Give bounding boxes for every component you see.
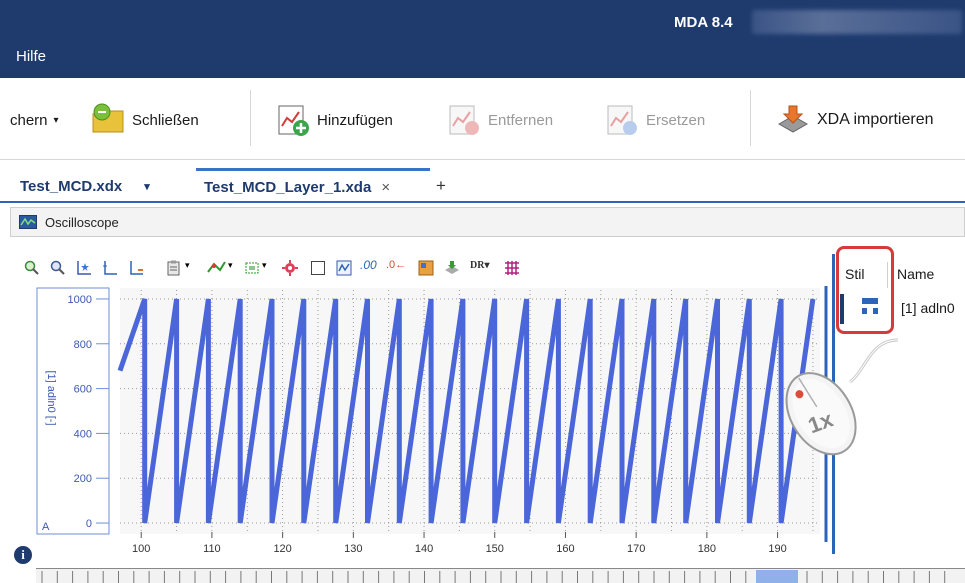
import-xda-button[interactable]: XDA importieren <box>775 98 934 142</box>
time-scrollbar[interactable] <box>36 568 965 583</box>
tab-label: Test_MCD.xdx <box>20 177 123 195</box>
oscilloscope-plot[interactable]: 1000 800 600 400 200 0 100 110 120 130 140 150 160 1… <box>12 286 832 556</box>
replace-label: Ersetzen <box>646 111 706 129</box>
zoom-fit-icon[interactable] <box>76 260 92 276</box>
replace-chart-icon <box>604 102 640 138</box>
chevron-down-icon[interactable]: ▾ <box>185 260 190 271</box>
gear-icon[interactable] <box>282 260 298 276</box>
zoom-out-icon[interactable] <box>50 260 66 276</box>
x-tick-label: 160 <box>556 543 574 555</box>
frame-icon[interactable] <box>310 260 326 276</box>
stil-highlight-box <box>836 246 894 334</box>
save-label: chern <box>10 111 48 129</box>
x-tick-label: 120 <box>273 543 291 555</box>
axis-icon[interactable] <box>102 260 118 276</box>
cursor-tool-icon[interactable] <box>206 260 226 276</box>
remove-button[interactable]: Entfernen <box>446 98 553 142</box>
y-axis-label: [1] adln0 [-] <box>45 370 57 425</box>
decimal-decrease-icon[interactable]: .0← <box>386 259 406 271</box>
close-button[interactable]: Schließen <box>90 98 199 142</box>
y-tick-label: 200 <box>74 473 92 485</box>
blurred-title-region <box>752 10 962 34</box>
remove-chart-icon <box>446 102 482 138</box>
info-icon[interactable]: i <box>14 546 32 564</box>
oscilloscope-pane-header: Oscilloscope <box>10 207 965 237</box>
replace-button[interactable]: Ersetzen <box>604 98 705 142</box>
layers-icon[interactable] <box>444 260 460 276</box>
save-dropdown-button[interactable]: chern ▾ <box>10 98 59 142</box>
tab-test-mcd-xdx[interactable]: Test_MCD.xdx ▾ <box>20 168 150 204</box>
signal-name[interactable]: [1] adln0 <box>901 300 955 316</box>
chevron-down-icon: ▾ <box>53 114 59 126</box>
document-tabs: Test_MCD.xdx ▾ Test_MCD_Layer_1.xda × + <box>0 160 965 204</box>
ribbon-toolbar: chern ▾ Schließen Hinzufügen Entfernen E… <box>0 78 965 160</box>
remove-label: Entfernen <box>488 111 554 129</box>
plot-svg: 1000 800 600 400 200 0 100 110 120 130 140 150 160 1… <box>12 286 832 556</box>
x-tick-label: 170 <box>627 543 645 555</box>
app-title: MDA 8.4 <box>674 14 733 31</box>
decimal-increase-icon[interactable]: .00 <box>360 258 377 272</box>
tab-label: Test_MCD_Layer_1.xda <box>204 179 372 196</box>
grid-table-icon[interactable] <box>418 260 434 276</box>
mouse-click-callout: 1x <box>785 338 899 456</box>
x-tick-label: 190 <box>768 543 786 555</box>
y-tick-label: 600 <box>74 384 92 396</box>
x-tick-label: 100 <box>132 543 150 555</box>
marker-tool-icon[interactable] <box>244 260 260 276</box>
close-icon[interactable]: × <box>381 179 390 196</box>
import-icon <box>775 102 811 138</box>
x-tick-label: 150 <box>486 543 504 555</box>
title-bar: MDA 8.4 Hilfe <box>0 0 965 78</box>
tab-underline <box>0 201 965 203</box>
grid-icon[interactable] <box>504 260 520 276</box>
ribbon-separator <box>750 90 751 146</box>
pane-title: Oscilloscope <box>45 214 119 230</box>
clipboard-icon[interactable] <box>166 260 182 276</box>
x-tick-label: 130 <box>344 543 362 555</box>
y-tick-label: 400 <box>74 428 92 440</box>
x-tick-label: 140 <box>415 543 433 555</box>
import-label: XDA importieren <box>817 111 934 128</box>
axis-orange-icon[interactable] <box>128 260 144 276</box>
ribbon-separator <box>250 90 251 146</box>
x-tick-label: 110 <box>203 543 221 555</box>
dr-dropdown[interactable]: DR▾ <box>470 260 489 271</box>
chevron-down-icon[interactable]: ▾ <box>262 260 267 271</box>
zoom-in-icon[interactable] <box>24 260 40 276</box>
add-chart-icon <box>275 102 311 138</box>
chevron-down-icon[interactable]: ▾ <box>144 180 150 193</box>
y-tick-label: 800 <box>74 339 92 351</box>
tab-test-mcd-layer-1[interactable]: Test_MCD_Layer_1.xda × <box>196 168 430 204</box>
add-tab-button[interactable]: + <box>436 168 446 204</box>
menu-hilfe[interactable]: Hilfe <box>16 48 46 65</box>
scrollbar-ticks <box>41 570 946 583</box>
folder-close-icon <box>90 102 126 138</box>
axis-corner-label: A <box>42 521 50 533</box>
x-tick-label: 180 <box>698 543 716 555</box>
y-tick-label: 1000 <box>68 294 92 306</box>
add-label: Hinzufügen <box>317 111 393 129</box>
column-name[interactable]: Name <box>897 266 934 282</box>
chevron-down-icon[interactable]: ▾ <box>228 260 233 271</box>
waveform-icon[interactable] <box>336 260 352 276</box>
scroll-thumb[interactable] <box>756 570 798 583</box>
y-tick-label: 0 <box>86 518 92 530</box>
oscilloscope-icon <box>19 215 37 229</box>
add-button[interactable]: Hinzufügen <box>275 98 393 142</box>
close-label: Schließen <box>132 111 199 129</box>
